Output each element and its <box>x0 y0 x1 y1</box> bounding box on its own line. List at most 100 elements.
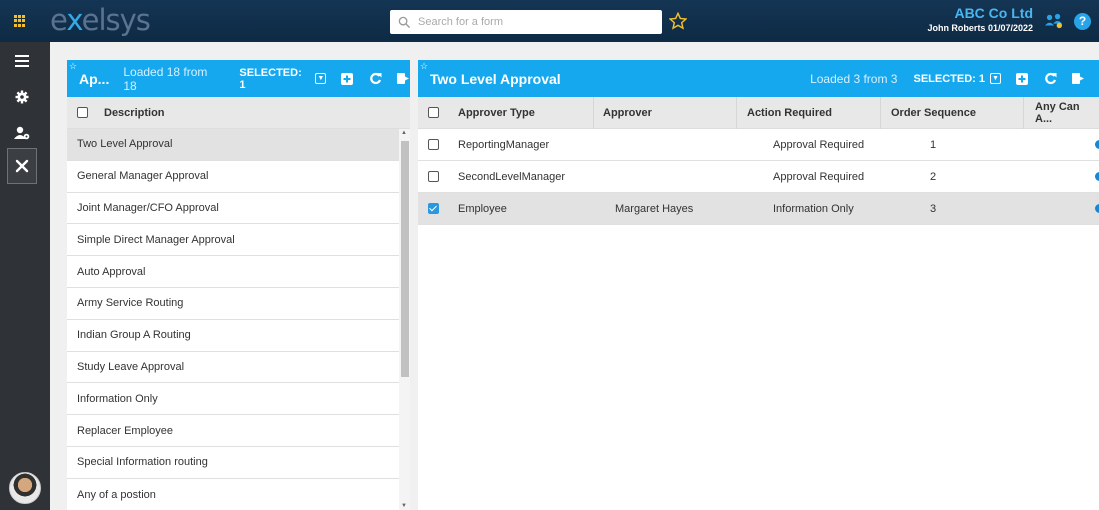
list-item[interactable]: Army Service Routing <box>67 288 399 320</box>
approvers-grid: ReportingManager Approval Required 1 Sec… <box>418 129 1099 225</box>
approver-type-cell: Employee <box>458 202 507 215</box>
list-item-label: Replacer Employee <box>77 424 173 437</box>
table-row[interactable]: ReportingManager Approval Required 1 <box>418 129 1099 161</box>
help-icon[interactable]: ? <box>1074 13 1091 30</box>
favorite-star-icon[interactable] <box>669 12 687 30</box>
scroll-down-icon[interactable]: ▼ <box>401 503 407 509</box>
list-item-label: Auto Approval <box>77 265 146 278</box>
action-required-cell: Information Only <box>773 202 854 215</box>
right-table-header: Approver Type Approver Action Required O… <box>418 97 1099 129</box>
settings-gear-icon[interactable] <box>7 82 37 112</box>
row-checkbox[interactable] <box>428 139 439 150</box>
search-icon <box>398 16 411 28</box>
refresh-icon[interactable] <box>368 72 382 86</box>
approver-type-cell: SecondLevelManager <box>458 170 566 183</box>
approver-type-cell: ReportingManager <box>458 138 550 151</box>
action-required-column-header[interactable]: Action Required <box>747 107 832 119</box>
side-navigation <box>0 42 50 510</box>
list-item-label: General Manager Approval <box>77 170 209 183</box>
left-table-header: Description <box>67 97 410 129</box>
list-item[interactable]: Replacer Employee <box>67 415 399 447</box>
table-row[interactable]: Employee Margaret Hayes Information Only… <box>418 193 1099 225</box>
menu-icon[interactable] <box>7 46 37 76</box>
order-sequence-cell: 3 <box>930 202 937 215</box>
tools-icon[interactable] <box>7 148 37 184</box>
chevron-down-icon: ▼ <box>315 73 327 84</box>
approval-list-panel: ☆ Ap... Loaded 18 from 18 SELECTED: 1 ▼ … <box>67 60 410 510</box>
action-required-cell: Approval Required <box>773 138 865 151</box>
right-selected-label: SELECTED: 1 <box>913 72 985 85</box>
list-item-label: Simple Direct Manager Approval <box>77 233 235 246</box>
approver-type-column-header[interactable]: Approver Type <box>458 107 535 119</box>
search-input[interactable]: Search for a form <box>390 10 662 34</box>
app-logo[interactable]: exelsys <box>50 3 151 37</box>
left-panel-header: ☆ Ap... Loaded 18 from 18 SELECTED: 1 ▼ <box>67 60 410 97</box>
list-item[interactable]: Simple Direct Manager Approval <box>67 224 399 257</box>
row-checkbox[interactable] <box>428 203 439 214</box>
pin-star-icon[interactable]: ☆ <box>69 61 77 72</box>
list-item[interactable]: Study Leave Approval <box>67 352 399 384</box>
right-loaded-count: Loaded 3 from 3 <box>810 71 898 86</box>
select-all-checkbox[interactable] <box>428 107 439 118</box>
left-selected-dropdown[interactable]: SELECTED: 1 ▼ <box>239 66 327 91</box>
list-item-label: Information Only <box>77 392 158 405</box>
list-item[interactable]: Indian Group A Routing <box>67 320 399 352</box>
scroll-up-icon[interactable]: ▲ <box>401 130 407 136</box>
list-item-label: Two Level Approval <box>77 138 173 151</box>
list-item-label: Special Information routing <box>77 456 208 469</box>
top-bar: exelsys Search for a form ABC Co Ltd Joh… <box>0 0 1099 42</box>
table-row[interactable]: SecondLevelManager Approval Required 2 <box>418 161 1099 193</box>
list-item[interactable]: Information Only <box>67 383 399 416</box>
approval-detail-panel: ☆ Two Level Approval Loaded 3 from 3 SEL… <box>418 60 1099 510</box>
column-divider <box>880 97 881 129</box>
list-item[interactable]: Special Information routing <box>67 447 399 479</box>
any-can-approve-indicator[interactable] <box>1095 140 1099 149</box>
user-avatar[interactable] <box>9 472 41 504</box>
left-selected-label: SELECTED: 1 <box>239 66 302 91</box>
user-settings-icon[interactable] <box>7 118 37 148</box>
action-required-cell: Approval Required <box>773 170 865 183</box>
list-item-label: Army Service Routing <box>77 297 184 310</box>
column-divider <box>1023 97 1024 129</box>
export-icon[interactable] <box>396 72 410 86</box>
row-checkbox[interactable] <box>428 171 439 182</box>
column-divider <box>593 97 594 129</box>
list-item[interactable]: Auto Approval <box>67 256 399 288</box>
approval-list: Two Level Approval General Manager Appro… <box>67 129 399 510</box>
add-icon[interactable] <box>1015 72 1029 86</box>
apps-grid-icon[interactable] <box>14 15 26 27</box>
right-panel-title: Two Level Approval <box>430 70 561 87</box>
order-sequence-cell: 1 <box>930 138 937 151</box>
chevron-down-icon: ▼ <box>990 73 1001 84</box>
list-item-label: Indian Group A Routing <box>77 329 191 342</box>
list-item[interactable]: General Manager Approval <box>67 161 399 193</box>
users-switch-icon[interactable] <box>1044 13 1064 29</box>
scrollbar-thumb[interactable] <box>401 141 409 377</box>
company-info: ABC Co Ltd John Roberts 01/07/2022 <box>927 5 1033 33</box>
select-all-checkbox[interactable] <box>77 107 88 118</box>
right-panel-header: ☆ Two Level Approval Loaded 3 from 3 SEL… <box>418 60 1099 97</box>
any-can-approve-indicator[interactable] <box>1095 204 1099 213</box>
any-can-approve-indicator[interactable] <box>1095 172 1099 181</box>
refresh-icon[interactable] <box>1043 72 1057 86</box>
export-icon[interactable] <box>1071 72 1085 86</box>
list-item[interactable]: Any of a postion <box>67 479 399 510</box>
any-can-approve-column-header[interactable]: Any Can A... <box>1035 101 1099 125</box>
description-column-header[interactable]: Description <box>104 107 165 119</box>
approver-cell: Margaret Hayes <box>615 202 694 215</box>
right-panel-tools: Loaded 3 from 3 SELECTED: 1 ▼ <box>796 72 1085 86</box>
company-name: ABC Co Ltd <box>954 5 1033 21</box>
user-date-line: John Roberts 01/07/2022 <box>927 23 1033 33</box>
main-content: ☆ Ap... Loaded 18 from 18 SELECTED: 1 ▼ … <box>50 42 1099 510</box>
list-item[interactable]: Two Level Approval <box>67 129 399 161</box>
order-sequence-column-header[interactable]: Order Sequence <box>891 107 976 119</box>
pin-star-icon[interactable]: ☆ <box>420 61 428 72</box>
column-divider <box>736 97 737 129</box>
list-item[interactable]: Joint Manager/CFO Approval <box>67 193 399 225</box>
order-sequence-cell: 2 <box>930 170 937 183</box>
right-selected-dropdown[interactable]: SELECTED: 1 ▼ <box>913 73 1001 85</box>
add-icon[interactable] <box>340 72 354 86</box>
left-loaded-count: Loaded 18 from 18 <box>123 64 208 93</box>
list-scrollbar[interactable]: ▲ ▼ <box>399 129 410 510</box>
approver-column-header[interactable]: Approver <box>603 107 652 119</box>
